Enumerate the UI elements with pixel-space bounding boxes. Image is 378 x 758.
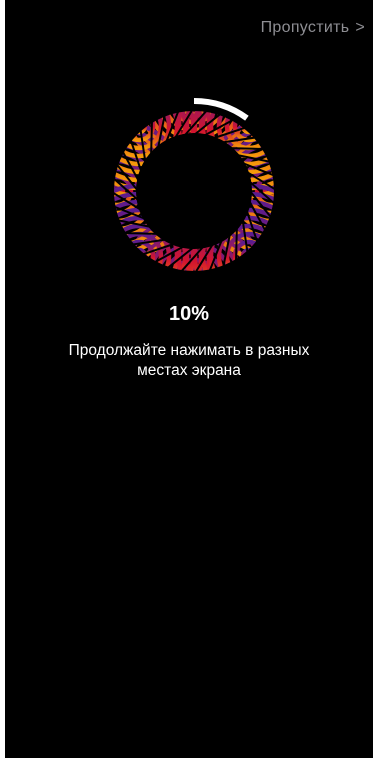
fingerprint-ring-icon xyxy=(99,96,289,286)
chevron-right-icon: > xyxy=(355,19,365,36)
skip-button[interactable]: Пропустить > xyxy=(261,19,365,37)
skip-label: Пропустить xyxy=(260,19,350,36)
progress-percent: 10% xyxy=(168,303,210,325)
progress-ring xyxy=(99,96,289,286)
instruction-line-1: Продолжайте нажимать в разных xyxy=(68,342,310,359)
instruction-line-2: местах экрана xyxy=(137,362,241,379)
instruction-text: Продолжайте нажимать в разных местах экр… xyxy=(5,341,373,381)
screen: Пропустить> 10% Продолжайте нажимать в xyxy=(5,0,373,758)
